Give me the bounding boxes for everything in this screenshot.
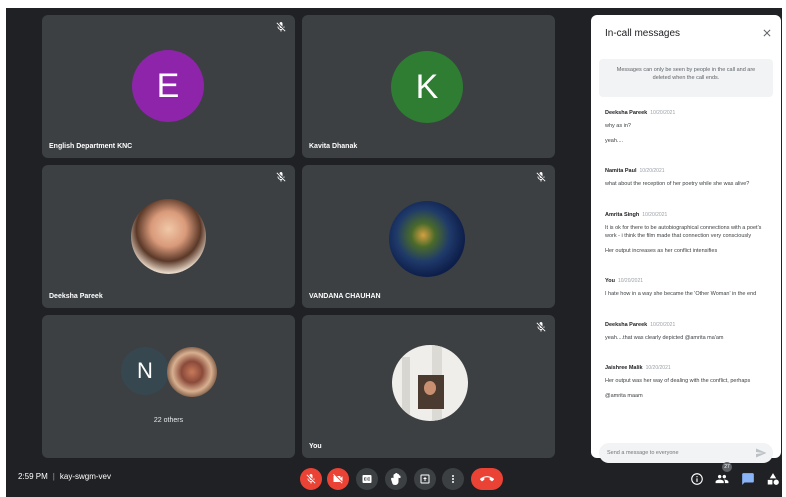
raise-hand-button[interactable] [385,468,407,490]
chat-icon[interactable] [741,472,755,486]
avatar-initial: K [415,67,439,106]
participant-tile[interactable]: N 22 others [42,315,295,458]
message-sender: Deeksha Pareek [605,110,648,116]
profile-photo [389,201,465,277]
message-sender: Namita Paul [605,168,637,175]
meet-window: E English Department KNC K Kavita Dhanak… [0,0,786,497]
participant-name: Kavita Dhanak [309,143,358,150]
avatar: E [132,50,204,122]
meeting-code: kay-swgm-vev [59,472,111,481]
message: Deeksha Pareek 10/20/2021 yeah....that wa… [605,313,773,343]
message: You 10/20/2021 I hate how in a way she be… [605,269,773,299]
message-time: 10/20/2021 [650,110,676,116]
message-text: Her output increases as her conflict int… [605,247,718,254]
send-icon[interactable] [755,447,767,459]
message: Amrita Singh 10/20/2021 It is ok for ther… [605,203,773,256]
message-text: Her output was her way of dealing with t… [605,378,751,385]
mic-off-icon [536,322,546,332]
clock: 2:59 PM [18,472,48,481]
message-time: 10/20/2021 [639,168,665,175]
message-sender: Amrita Singh [605,211,640,218]
left-border [0,0,6,497]
message-compose [599,443,773,463]
chat-notice: Messages can only be seen by people in t… [599,59,773,97]
message-text: what about the reception of her poetry w… [605,181,750,188]
mic-toggle-button[interactable] [300,468,322,490]
avatar: K [391,51,463,123]
message: Namita Paul 10/20/2021 what about the rec… [605,159,773,189]
message-text: I hate how in a way she became the 'Othe… [605,291,757,298]
info-icon[interactable] [690,472,704,486]
participant-tile[interactable]: Deeksha Pareek [42,165,295,308]
message-time: 10/20/2021 [645,365,671,372]
avatar: N [121,347,169,395]
raise-hand-icon [391,473,401,485]
profile-photo [131,199,206,274]
captions-button[interactable] [356,468,378,490]
others-count: 22 others [153,417,184,424]
chat-panel: In-call messages Messages can only be se… [591,15,781,463]
call-end-icon [480,476,494,482]
message-time: 10/20/2021 [650,321,676,328]
avatar-initial: N [137,358,153,383]
more-options-button[interactable] [442,468,464,490]
message-time: 10/20/2021 [642,211,668,218]
mic-off-icon [536,172,546,182]
participant-name: VANDANA CHAUHAN [309,293,381,300]
avatar-initial: E [156,66,180,105]
mic-off-icon [276,172,286,182]
message-time: 10/20/2021 [617,278,644,285]
message-sender: Jaishree Malik [605,365,643,372]
top-border [0,0,786,8]
self-tile[interactable]: You [302,315,555,458]
panel-title: In-call messages [605,28,681,39]
message-text: It is ok for there to be autobiographica… [605,224,762,240]
meeting-details: 2:59 PM | kay-swgm-vev [18,472,111,481]
people-icon[interactable] [715,472,729,486]
message-sender: Deeksha Pareek [605,321,648,328]
leave-call-button[interactable] [471,468,503,490]
activities-icon[interactable] [766,472,780,486]
message-sender: You [605,278,615,285]
captions-icon [362,475,372,483]
present-icon [420,474,430,484]
more-vert-icon [452,475,454,483]
participant-name: You [309,443,322,450]
present-button[interactable] [414,468,436,490]
profile-photo [167,347,217,397]
profile-photo [392,345,468,421]
participant-tile[interactable]: VANDANA CHAUHAN [302,165,555,308]
separator: | [52,472,55,481]
message-text: @amrita maam [605,392,643,399]
participant-tile[interactable]: E English Department KNC [42,15,295,158]
camera-off-icon [333,474,343,484]
mic-off-icon [306,474,316,484]
message-text: yeah.... [605,137,624,144]
close-icon[interactable] [761,27,773,39]
message-text: yeah....that was clearly depicted @amrit… [605,334,724,341]
camera-toggle-button[interactable] [327,468,349,490]
participant-name: English Department KNC [49,143,133,150]
message-text: why as in? [605,123,631,129]
participant-name: Deeksha Pareek [49,293,103,300]
message: Deeksha Pareek 10/20/2021 why as in? yeah… [605,101,773,145]
right-border [782,0,786,497]
message-input[interactable] [607,447,747,459]
message-list: Deeksha Pareek 10/20/2021 why as in? yeah… [605,101,773,409]
mic-off-icon [276,22,286,32]
people-count-badge: 27 [722,462,732,472]
participant-tile[interactable]: K Kavita Dhanak [302,15,555,158]
message: Jaishree Malik 10/20/2021 Her output was … [605,356,773,400]
